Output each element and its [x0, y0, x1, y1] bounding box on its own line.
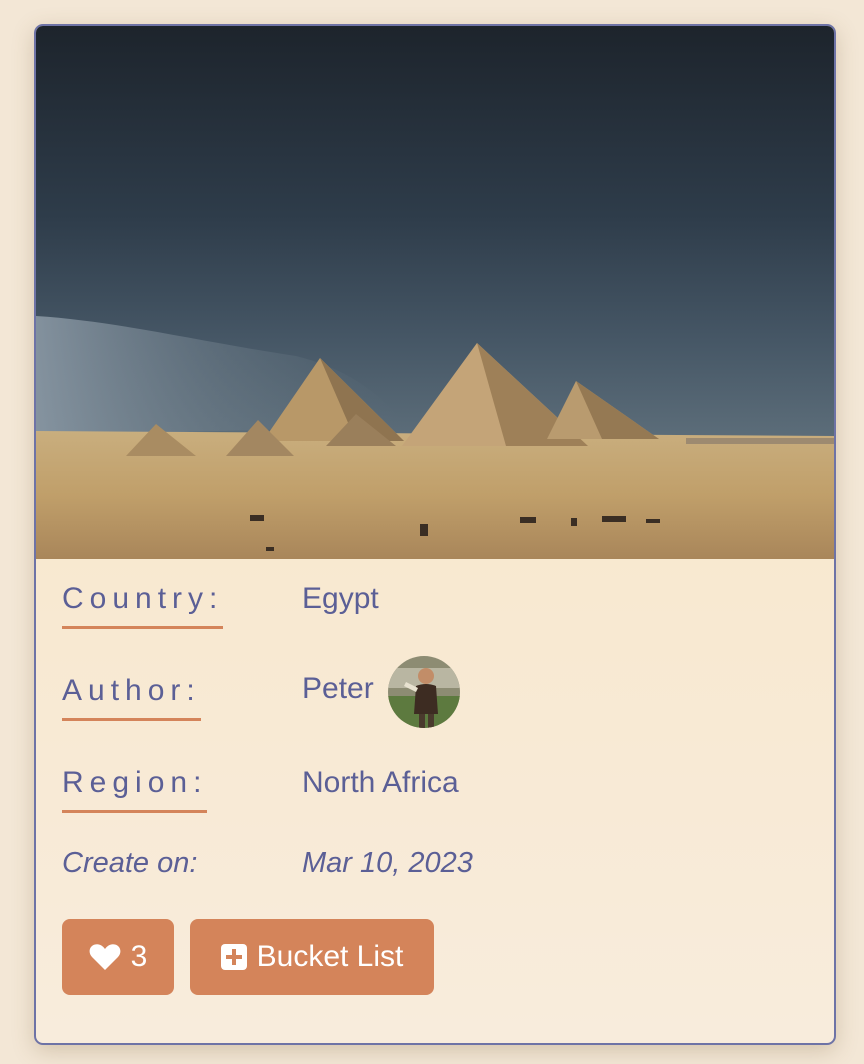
like-count: 3 [130, 940, 148, 973]
region-label: Region: [62, 766, 208, 813]
heart-icon [89, 944, 121, 970]
created-label: Create on: [62, 847, 198, 879]
region-value: North Africa [302, 766, 459, 799]
post-card: Country: Egypt Author: Peter Region: Nor… [34, 24, 836, 1045]
like-button[interactable]: 3 [62, 919, 174, 995]
plus-square-icon [220, 944, 247, 970]
created-date: Mar 10, 2023 [302, 847, 473, 879]
bucket-list-label: Bucket List [256, 940, 404, 973]
author-value[interactable]: Peter [302, 672, 374, 706]
pyramids-photo [36, 26, 834, 559]
author-label: Author: [62, 674, 201, 721]
country-value: Egypt [302, 582, 379, 615]
bucket-list-button[interactable]: Bucket List [190, 919, 434, 995]
country-label: Country: [62, 582, 224, 629]
author-avatar[interactable] [388, 656, 460, 728]
avatar-image [388, 656, 460, 728]
